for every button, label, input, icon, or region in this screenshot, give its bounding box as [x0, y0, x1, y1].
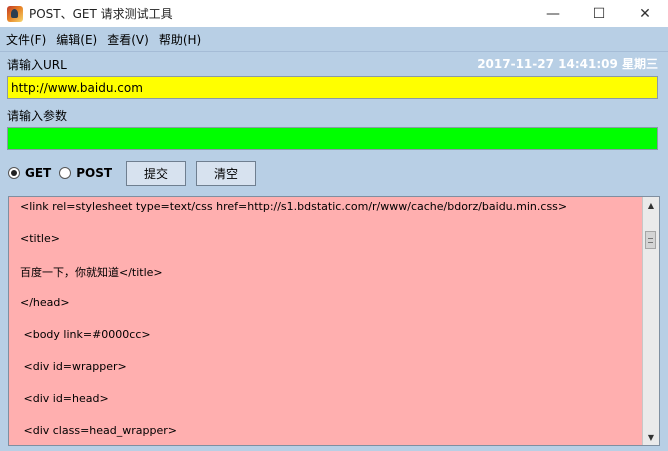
url-label: 请输入URL: [7, 57, 67, 72]
maximize-button[interactable]: ☐: [576, 0, 622, 27]
output-line: </head>: [20, 296, 70, 309]
output-line: <title>: [20, 232, 60, 245]
method-options: GET POST 提交 清空: [8, 160, 266, 186]
post-radio[interactable]: [59, 167, 72, 179]
output-line: <link rel=stylesheet type=text/css href=…: [20, 200, 568, 213]
get-radio[interactable]: [8, 167, 20, 179]
clear-button[interactable]: 清空: [196, 160, 257, 186]
post-radio-label[interactable]: POST: [76, 166, 112, 180]
menu-bar: 文件(F) 编辑(E) 查看(V) 帮助(H): [0, 27, 668, 52]
minimize-button[interactable]: —: [530, 0, 576, 27]
output-line: <div id=head>: [20, 392, 109, 405]
menu-help[interactable]: 帮助(H): [159, 31, 201, 48]
title-bar: POST、GET 请求测试工具 — ☐ ✕: [0, 0, 668, 27]
output-line: <div id=wrapper>: [20, 360, 127, 373]
scroll-down-icon[interactable]: ▼: [643, 429, 659, 445]
datetime-display: 2017-11-27 14:41:09 星期三: [477, 56, 658, 71]
response-output[interactable]: <link rel=stylesheet type=text/css href=…: [8, 196, 660, 446]
url-input[interactable]: [7, 76, 658, 99]
output-line: <body link=#0000cc>: [20, 328, 151, 341]
vertical-scrollbar[interactable]: ▲ ▼: [642, 197, 659, 445]
scroll-up-icon[interactable]: ▲: [643, 197, 659, 213]
app-icon: [7, 5, 23, 22]
menu-edit[interactable]: 编辑(E): [56, 31, 97, 48]
submit-button[interactable]: 提交: [126, 160, 187, 186]
close-button[interactable]: ✕: [622, 0, 668, 27]
get-radio-label[interactable]: GET: [25, 166, 51, 180]
window-title: POST、GET 请求测试工具: [29, 7, 173, 21]
menu-file[interactable]: 文件(F): [6, 31, 46, 48]
output-line: 百度一下，你就知道</title>: [20, 266, 163, 279]
menu-view[interactable]: 查看(V): [107, 31, 149, 48]
window-controls: — ☐ ✕: [530, 0, 668, 27]
scroll-thumb[interactable]: [645, 231, 656, 249]
response-text: <link rel=stylesheet type=text/css href=…: [9, 197, 641, 445]
output-line: <div class=head_wrapper>: [20, 424, 177, 437]
params-input[interactable]: [7, 127, 658, 150]
params-label: 请输入参数: [7, 108, 68, 123]
